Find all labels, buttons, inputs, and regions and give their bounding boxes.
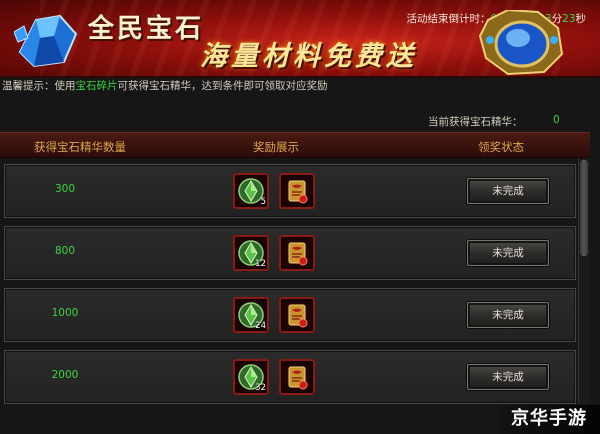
scrollbar-thumb[interactable] [580,160,588,256]
reward-slot[interactable]: 5 [233,173,269,209]
reward-qty: 32 [255,383,266,393]
claim-status-button[interactable]: 未完成 [467,364,549,390]
tip-suffix: 可获得宝石精华，达到条件即可领取对应奖励 [117,80,328,92]
reward-qty: 12 [255,259,266,269]
header-amount: 获得宝石精华数量 [34,140,126,154]
watermark-logo: 京华手游 [498,405,600,434]
current-essence: 当前获得宝石精华： 0 [428,114,560,129]
reward-slot[interactable]: 12 [233,235,269,271]
table-row: 800 12 未完成 [4,226,576,280]
table-row: 300 5 未完成 [4,164,576,218]
countdown-seconds-unit: 秒 [575,13,587,25]
blue-gem-icon [14,14,78,68]
current-essence-value: 0 [553,114,560,126]
reward-slot[interactable] [279,297,315,333]
claim-status-button[interactable]: 未完成 [467,302,549,328]
header-status: 领奖状态 [478,140,524,154]
scroll-icon [288,304,308,328]
row-amount: 1000 [51,307,79,319]
row-amount: 2000 [51,369,79,381]
reward-slot[interactable] [279,173,315,209]
countdown-seconds: 23 [562,13,576,25]
banner-title-main: 全民宝石 [88,14,205,44]
row-amount: 300 [54,183,76,195]
reward-slot[interactable]: 32 [233,359,269,395]
claim-status-button[interactable]: 未完成 [467,240,549,266]
ornate-sapphire-icon [478,10,564,76]
table-row: 2000 32 未完成 [4,350,576,404]
reward-table-header: 获得宝石精华数量 奖励展示 领奖状态 [0,132,590,158]
event-banner: 全民宝石 海量材料免费送 活动结束倒计时：00天08时23分23秒 [0,0,600,78]
reward-slot[interactable]: 24 [233,297,269,333]
header-reward: 奖励展示 [253,140,299,154]
reward-slot[interactable] [279,359,315,395]
current-essence-label: 当前获得宝石精华： [428,116,523,128]
scroll-icon [288,180,308,204]
reward-qty: 24 [255,321,266,331]
tip-text: 温馨提示：使用宝石碎片可获得宝石精华，达到条件即可领取对应奖励 [2,78,328,93]
row-amount: 800 [54,245,76,257]
scroll-icon [288,242,308,266]
reward-qty: 5 [260,197,266,207]
claim-status-button[interactable]: 未完成 [467,178,549,204]
table-row: 1000 24 未完成 [4,288,576,342]
reward-slot[interactable] [279,235,315,271]
tip-highlight: 宝石碎片 [75,80,118,92]
banner-title-sub: 海量材料免费送 [200,41,417,72]
tip-prefix: 温馨提示：使用 [2,80,76,92]
scroll-icon [288,366,308,390]
